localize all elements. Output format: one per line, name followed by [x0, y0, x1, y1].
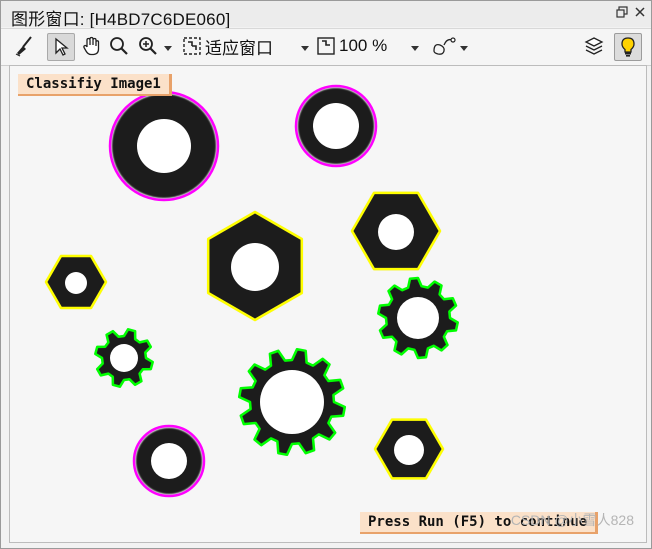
fit-window-icon	[183, 37, 201, 55]
nut-1-hole	[231, 243, 279, 291]
classified-parts-graphic	[44, 84, 459, 498]
nut-4-hole	[394, 435, 424, 465]
window-title: 图形窗口: [H4BD7C6DE060]	[11, 10, 231, 29]
draw-shape-icon[interactable]	[429, 33, 459, 59]
undefined-hole	[260, 370, 324, 434]
washer-1-hole	[137, 119, 191, 173]
zoom-in-icon[interactable]	[135, 33, 161, 59]
csdn-watermark: CSDN @小雪人828	[510, 512, 634, 528]
nut-3-hole	[65, 272, 87, 294]
nut-2-hole	[378, 214, 414, 250]
clear-broom-icon[interactable]	[11, 33, 37, 59]
classify-image-label: Classifiy Image1	[18, 74, 172, 96]
zoom-level-icon	[317, 37, 335, 55]
toolbar: 适应窗口 100 %	[1, 28, 651, 66]
undefined-hole	[397, 297, 439, 339]
undefined-hole	[110, 344, 138, 372]
fit-dropdown-chevron-down-icon[interactable]	[301, 46, 309, 51]
restore-icon[interactable]	[615, 6, 629, 20]
pan-hand-icon[interactable]	[79, 33, 105, 59]
title-bar: 图形窗口: [H4BD7C6DE060]	[1, 1, 651, 29]
pointer-tool-icon[interactable]	[47, 33, 75, 61]
close-icon[interactable]	[633, 6, 647, 20]
zoom-level-label: 100 %	[339, 36, 388, 55]
fit-window-label: 适应窗口	[205, 38, 273, 58]
magnifier-icon[interactable]	[107, 33, 131, 59]
washer-2-hole	[313, 103, 359, 149]
image-canvas[interactable]: Classifiy Image1 Press Run (F5) to conti…	[9, 65, 647, 543]
lightbulb-icon[interactable]	[614, 33, 642, 61]
fit-window-button[interactable]: 适应窗口	[181, 33, 299, 59]
zoom-level-button[interactable]: 100 %	[315, 33, 409, 59]
draw-shape-chevron-down-icon[interactable]	[460, 46, 468, 51]
graphics-window: 图形窗口: [H4BD7C6DE060] 适应窗口 100 % Classifi…	[0, 0, 652, 549]
layers-icon[interactable]	[581, 33, 607, 59]
washer-3-hole	[151, 443, 187, 479]
zoom-level-chevron-down-icon[interactable]	[411, 46, 419, 51]
zoom-dropdown-chevron-down-icon[interactable]	[164, 46, 172, 51]
